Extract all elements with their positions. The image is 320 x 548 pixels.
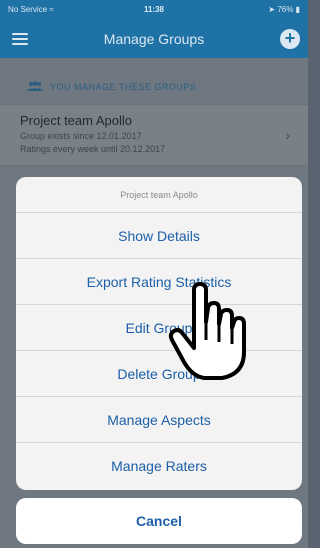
group-list-item[interactable]: Project team Apollo Group exists since 1… <box>0 104 308 166</box>
show-details-button[interactable]: Show Details <box>16 213 302 259</box>
manage-raters-button[interactable]: Manage Raters <box>16 443 302 489</box>
battery-percent: 76% <box>277 5 294 14</box>
group-name: Project team Apollo <box>20 113 133 128</box>
group-icon <box>27 81 43 91</box>
page-title: Manage Groups <box>103 31 205 47</box>
status-right: ➤ 76% ▮ <box>268 5 300 14</box>
hand-pointer-icon <box>168 282 246 380</box>
chevron-right-icon: › <box>285 127 290 143</box>
group-ratings-info: Ratings every week until 20.12.2017 <box>20 144 166 154</box>
edit-group-button[interactable]: Edit Group <box>16 305 302 351</box>
action-sheet-title: Project team Apollo <box>16 177 302 213</box>
delete-group-button[interactable]: Delete Group <box>16 351 302 397</box>
group-created-info: Group exists since 12.01.2017 <box>20 131 142 141</box>
export-rating-statistics-button[interactable]: Export Rating Statistics <box>16 259 302 305</box>
cancel-button[interactable]: Cancel <box>16 498 302 544</box>
section-header: YOU MANAGE THESE GROUPS <box>0 72 308 104</box>
add-group-button[interactable]: + <box>280 29 300 49</box>
action-sheet: Project team Apollo Show Details Export … <box>16 177 302 490</box>
status-bar: No Service ≈ 11:38 ➤ 76% ▮ <box>0 0 308 20</box>
section-label: YOU MANAGE THESE GROUPS <box>50 82 197 92</box>
manage-aspects-button[interactable]: Manage Aspects <box>16 397 302 443</box>
nav-bar: Manage Groups + <box>0 20 308 58</box>
status-time: 11:38 <box>143 5 165 14</box>
